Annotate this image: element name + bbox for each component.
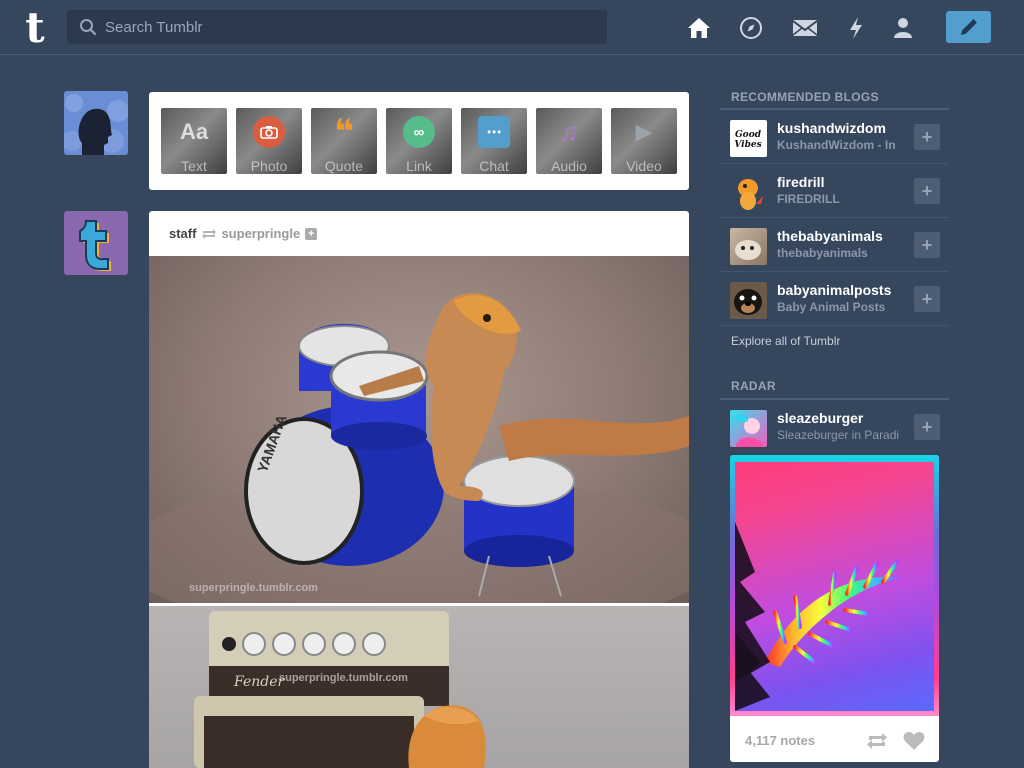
chat-bubble-icon: ⋯ bbox=[478, 116, 510, 148]
activity-lightning-icon[interactable] bbox=[842, 14, 870, 42]
blog-avatar[interactable]: Good Vibes bbox=[730, 120, 767, 157]
post-type-chat[interactable]: ⋯ Chat bbox=[461, 108, 527, 174]
blog-description: KushandWizdom - In bbox=[777, 138, 896, 152]
post-type-photo[interactable]: Photo bbox=[236, 108, 302, 174]
blog-description: thebabyanimals bbox=[777, 246, 868, 260]
follow-button[interactable]: + bbox=[914, 286, 940, 312]
messages-envelope-icon[interactable] bbox=[791, 14, 819, 42]
blog-description: Sleazeburger in Paradi bbox=[777, 428, 900, 442]
post-photo-drums[interactable]: YAMAHA superpringle.tumblr.com bbox=[149, 256, 689, 603]
quote-marks-icon: ❝ bbox=[334, 113, 354, 151]
follow-button[interactable]: + bbox=[914, 232, 940, 258]
radar-post-footer: 4,117 notes bbox=[730, 719, 939, 762]
svg-text:Vibes: Vibes bbox=[734, 140, 761, 150]
blog-name[interactable]: thebabyanimals bbox=[777, 228, 883, 244]
post-type-bar: Aa Text Photo ❝ Quote ∞ Link ⋯ Chat ♫ Au… bbox=[149, 92, 689, 190]
tumblr-logo[interactable]: t bbox=[18, 7, 52, 49]
radar-title: RADAR bbox=[731, 379, 776, 393]
post-photo-amp[interactable]: Fender superpringle.tumblr.com bbox=[149, 606, 689, 768]
blog-name[interactable]: firedrill bbox=[777, 174, 824, 190]
user-silhouette-icon bbox=[64, 94, 128, 155]
blog-name[interactable]: kushandwizdom bbox=[777, 120, 886, 136]
compose-button[interactable] bbox=[946, 11, 991, 43]
blog-avatar[interactable] bbox=[730, 410, 767, 447]
radar-blog-row[interactable]: sleazeburger Sleazeburger in Paradi + bbox=[720, 400, 949, 454]
lizard-drums-illustration: YAMAHA superpringle.tumblr.com bbox=[149, 292, 689, 603]
staff-avatar[interactable] bbox=[64, 211, 128, 275]
blog-avatar[interactable] bbox=[730, 282, 767, 319]
explore-all-link[interactable]: Explore all of Tumblr bbox=[731, 334, 840, 348]
post-type-audio[interactable]: ♫ Audio bbox=[536, 108, 602, 174]
tumblr-t-icon bbox=[79, 220, 111, 271]
account-person-icon[interactable] bbox=[889, 14, 917, 42]
reblog-icon[interactable] bbox=[866, 732, 888, 750]
pencil-icon bbox=[960, 19, 977, 35]
headphones-icon: ♫ bbox=[559, 116, 579, 147]
post-type-link[interactable]: ∞ Link bbox=[386, 108, 452, 174]
blog-name[interactable]: sleazeburger bbox=[777, 410, 863, 426]
search-icon bbox=[80, 19, 97, 36]
notes-count[interactable]: 4,117 notes bbox=[745, 733, 815, 748]
recommended-blog-row[interactable]: thebabyanimals thebabyanimals + bbox=[720, 218, 949, 272]
explore-compass-icon[interactable] bbox=[737, 14, 765, 42]
blog-name[interactable]: babyanimalposts bbox=[777, 282, 891, 298]
recommended-title: RECOMMENDED BLOGS bbox=[731, 90, 879, 104]
svg-text:superpringle.tumblr.com: superpringle.tumblr.com bbox=[189, 582, 318, 594]
lizard-amp-illustration: Fender superpringle.tumblr.com bbox=[194, 611, 486, 768]
recommended-blog-row[interactable]: Good Vibes kushandwizdom KushandWizdom - … bbox=[720, 110, 949, 164]
svg-text:Good: Good bbox=[735, 130, 762, 140]
radar-post-image[interactable] bbox=[730, 455, 939, 716]
blog-avatar[interactable] bbox=[730, 174, 767, 211]
recommended-blog-row[interactable]: babyanimalposts Baby Animal Posts + bbox=[720, 272, 949, 326]
blog-avatar[interactable] bbox=[730, 228, 767, 265]
reblogged-from-link[interactable]: superpringle bbox=[221, 226, 300, 241]
link-chain-icon: ∞ bbox=[403, 116, 435, 148]
text-aa-icon: Aa bbox=[179, 119, 209, 144]
dashboard-post: staff superpringle + YAMAHA superpringle… bbox=[149, 211, 689, 768]
post-header: staff superpringle + bbox=[149, 211, 689, 256]
blog-description: Baby Animal Posts bbox=[777, 300, 886, 314]
follow-button[interactable]: + bbox=[914, 178, 940, 204]
post-type-quote[interactable]: ❝ Quote bbox=[311, 108, 377, 174]
radar-post-card: 4,117 notes bbox=[730, 455, 939, 762]
top-header: t bbox=[0, 0, 1024, 55]
search-input[interactable] bbox=[105, 18, 585, 36]
post-author-link[interactable]: staff bbox=[169, 226, 196, 241]
follow-button[interactable]: + bbox=[914, 414, 940, 440]
reblog-icon bbox=[202, 228, 217, 239]
follow-button[interactable]: + bbox=[914, 124, 940, 150]
follow-plus-icon[interactable]: + bbox=[305, 227, 318, 240]
rainbow-palm-illustration bbox=[735, 522, 905, 711]
post-type-video[interactable]: ▶ Video bbox=[611, 108, 677, 174]
my-avatar[interactable] bbox=[64, 91, 128, 155]
post-type-text[interactable]: Aa Text bbox=[161, 108, 227, 174]
svg-text:superpringle.tumblr.com: superpringle.tumblr.com bbox=[279, 672, 408, 684]
video-camera-icon: ▶ bbox=[635, 119, 653, 144]
search-bar[interactable] bbox=[67, 10, 607, 44]
like-heart-icon[interactable] bbox=[903, 731, 925, 751]
home-icon[interactable] bbox=[685, 14, 713, 42]
svg-text:Fender: Fender bbox=[233, 674, 285, 690]
blog-description: FIREDRILL bbox=[777, 192, 840, 206]
recommended-blog-row[interactable]: firedrill FIREDRILL + bbox=[720, 164, 949, 218]
camera-icon bbox=[253, 116, 285, 148]
